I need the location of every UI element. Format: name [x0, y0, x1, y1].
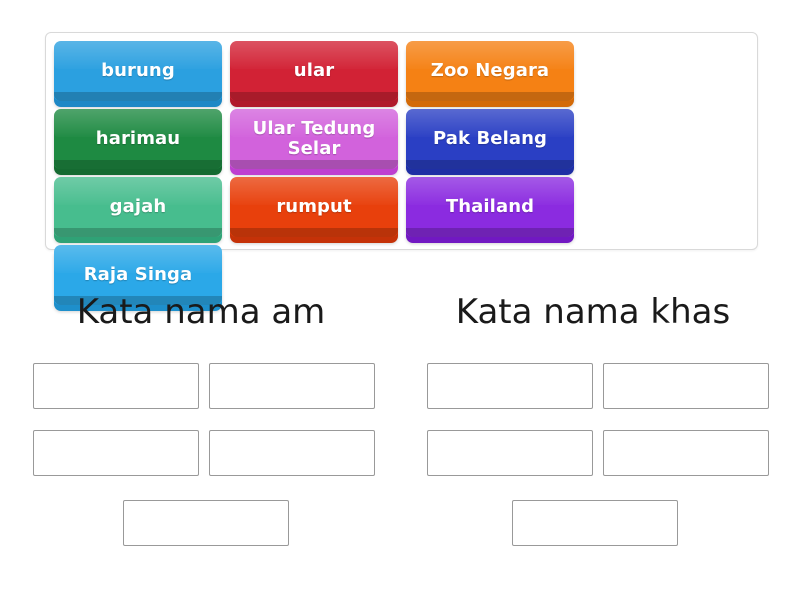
dropzone-left-2[interactable]	[209, 363, 375, 409]
tile-label: Raja Singa	[83, 264, 193, 286]
tile-label: Zoo Negara	[430, 60, 550, 82]
dropzone-left-1[interactable]	[33, 363, 199, 409]
draggable-tile-gajah[interactable]: gajah	[54, 177, 222, 239]
tile-grid: burung ular Zoo Negara harimau Ular Tedu…	[54, 41, 751, 313]
column-heading-kata-nama-khas: Kata nama khas	[455, 292, 731, 332]
tile-label: gajah	[109, 196, 167, 218]
draggable-tile-zoo-negara[interactable]: Zoo Negara	[406, 41, 574, 103]
draggable-tile-harimau[interactable]: harimau	[54, 109, 222, 171]
tile-label: ular	[293, 60, 335, 82]
draggable-tile-rumput[interactable]: rumput	[230, 177, 398, 239]
column-heading-kata-nama-am: Kata nama am	[76, 292, 326, 332]
dropzone-left-4[interactable]	[209, 430, 375, 476]
draggable-tile-burung[interactable]: burung	[54, 41, 222, 103]
tile-label: Pak Belang	[432, 128, 548, 150]
dropzone-right-3[interactable]	[427, 430, 593, 476]
dropzone-right-5[interactable]	[512, 500, 678, 546]
tile-tray: burung ular Zoo Negara harimau Ular Tedu…	[45, 32, 758, 307]
draggable-tile-ular[interactable]: ular	[230, 41, 398, 103]
dropzone-left-5[interactable]	[123, 500, 289, 546]
tile-label: Ular Tedung Selar	[252, 118, 376, 159]
tile-label: Thailand	[445, 196, 535, 218]
draggable-tile-pak-belang[interactable]: Pak Belang	[406, 109, 574, 171]
dropzone-right-1[interactable]	[427, 363, 593, 409]
draggable-tile-ular-tedung-selar[interactable]: Ular Tedung Selar	[230, 109, 398, 171]
dropzone-right-4[interactable]	[603, 430, 769, 476]
tile-label: harimau	[95, 128, 181, 150]
tile-label: burung	[101, 60, 175, 82]
draggable-tile-thailand[interactable]: Thailand	[406, 177, 574, 239]
dropzone-right-2[interactable]	[603, 363, 769, 409]
dropzone-left-3[interactable]	[33, 430, 199, 476]
tile-label: rumput	[276, 196, 352, 218]
